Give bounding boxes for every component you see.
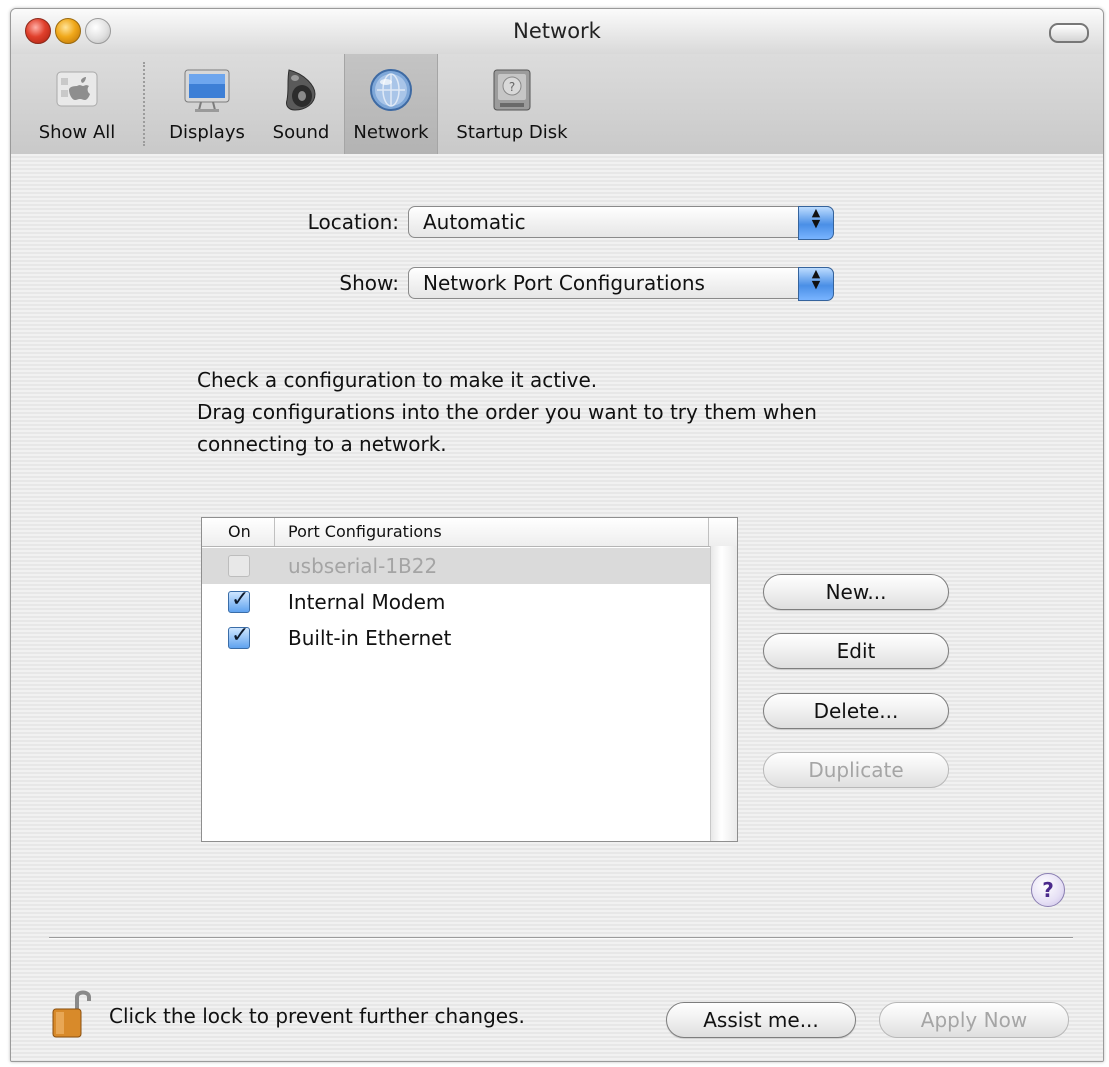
lock-message: Click the lock to prevent further change… <box>109 1004 525 1028</box>
row-label: usbserial-1B22 <box>288 554 438 578</box>
row-label: Built-in Ethernet <box>288 626 452 650</box>
delete-button[interactable]: Delete... <box>763 693 949 729</box>
toolbar-item-label: Sound <box>272 122 330 143</box>
checkmark-icon: ✓ <box>231 587 250 612</box>
edit-button[interactable]: Edit <box>763 633 949 669</box>
toolbar-item-displays[interactable]: Displays <box>161 54 253 154</box>
new-button[interactable]: New... <box>763 574 949 610</box>
column-header-port-configurations[interactable]: Port Configurations <box>288 522 442 541</box>
show-value: Network Port Configurations <box>423 271 705 295</box>
row-checkbox[interactable]: ✓ <box>228 623 250 649</box>
toolbar-separator <box>143 62 145 146</box>
toolbar-item-label: Show All <box>38 122 116 143</box>
title-bar[interactable]: Network <box>11 9 1103 54</box>
instruction-line: Drag configurations into the order you w… <box>197 400 817 424</box>
network-preferences-window: Network Show All Displays Sound Network … <box>10 8 1104 1062</box>
assist-me-button[interactable]: Assist me... <box>666 1002 856 1038</box>
display-monitor-icon <box>184 69 230 112</box>
instructions-text: Check a configuration to make it active.… <box>197 364 957 460</box>
footer-divider <box>49 937 1073 939</box>
toolbar-item-network[interactable]: Network <box>344 54 438 154</box>
popup-arrows-icon: ▲ ▼ <box>798 206 834 240</box>
show-popup[interactable]: Network Port Configurations ▲ ▼ <box>408 267 834 301</box>
apple-grid-icon <box>56 71 98 107</box>
row-checkbox[interactable] <box>228 555 250 577</box>
table-row[interactable]: ✓ Built-in Ethernet <box>202 620 710 656</box>
column-divider <box>708 518 709 546</box>
column-divider <box>274 518 275 546</box>
instruction-line: Check a configuration to make it active. <box>197 368 598 392</box>
help-button[interactable]: ? <box>1031 873 1065 907</box>
toolbar-item-label: Startup Disk <box>456 122 568 143</box>
table-scrollbar[interactable] <box>710 546 737 841</box>
table-row[interactable]: ✓ Internal Modem <box>202 584 710 620</box>
preferences-toolbar: Show All Displays Sound Network ? Startu… <box>11 54 1103 155</box>
toolbar-item-startup-disk[interactable]: ? Startup Disk <box>447 54 577 154</box>
instruction-line: connecting to a network. <box>197 432 447 456</box>
duplicate-button[interactable]: Duplicate <box>763 752 949 788</box>
unlocked-padlock-icon[interactable] <box>51 987 91 1039</box>
table-row[interactable]: usbserial-1B22 <box>202 548 710 584</box>
column-header-on[interactable]: On <box>228 522 251 541</box>
svg-text:?: ? <box>509 80 515 94</box>
location-popup[interactable]: Automatic ▲ ▼ <box>408 206 834 240</box>
toolbar-item-label: Displays <box>169 122 245 143</box>
row-label: Internal Modem <box>288 590 446 614</box>
apply-now-button[interactable]: Apply Now <box>879 1002 1069 1038</box>
port-configurations-table[interactable]: On Port Configurations usbserial-1B22 ✓ … <box>201 517 738 842</box>
toolbar-toggle-button[interactable] <box>1049 23 1089 43</box>
window-title: Network <box>513 19 601 43</box>
location-value: Automatic <box>423 210 526 234</box>
popup-arrows-icon: ▲ ▼ <box>798 267 834 301</box>
table-header: On Port Configurations <box>202 518 737 547</box>
toolbar-item-show-all[interactable]: Show All <box>21 54 133 154</box>
network-globe-icon <box>370 69 412 111</box>
toolbar-item-sound[interactable]: Sound <box>263 54 339 154</box>
checkmark-icon: ✓ <box>231 623 250 648</box>
show-label: Show: <box>339 271 399 295</box>
speaker-icon <box>286 69 316 111</box>
hard-disk-icon: ? <box>493 69 531 111</box>
location-label: Location: <box>307 210 399 234</box>
row-checkbox[interactable]: ✓ <box>228 587 250 613</box>
toolbar-item-label: Network <box>353 122 429 143</box>
